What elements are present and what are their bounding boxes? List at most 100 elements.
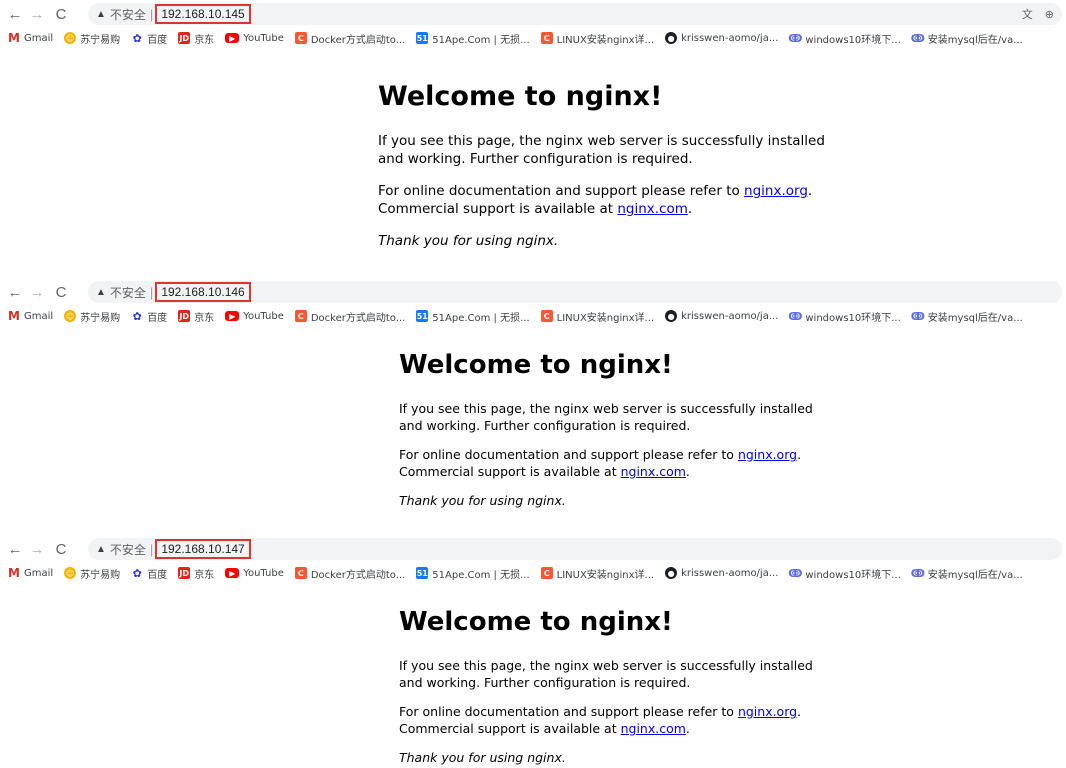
bookmark-label: 百度: [147, 569, 168, 581]
back-button[interactable]: ←: [5, 282, 25, 302]
bookmark-item[interactable]: C LINUX安装nginx详...: [540, 31, 655, 46]
reload-button[interactable]: C: [51, 539, 71, 559]
bookmark-item[interactable]: ✿ 百度: [131, 31, 168, 46]
bookmark-item[interactable]: M Gmail: [8, 566, 53, 580]
docs-text-suffix: .: [685, 464, 690, 479]
baidu-icon: ✿: [132, 31, 142, 45]
bookmark-label: 京东: [194, 569, 215, 581]
baidu-icon: ✿: [132, 566, 142, 580]
intro-paragraph: If you see this page, the nginx web serv…: [399, 401, 813, 433]
microsoft-icon: ↂ: [788, 309, 803, 323]
docs-paragraph: For online documentation and support ple…: [399, 446, 819, 480]
bookmark-item[interactable]: ☺ 苏宁易购: [64, 31, 120, 46]
insecure-label[interactable]: 不安全: [110, 284, 146, 301]
warning-icon[interactable]: ▲: [96, 544, 106, 555]
bookmark-label: 苏宁易购: [80, 312, 121, 324]
bookmark-item[interactable]: JD 京东: [178, 31, 214, 46]
bookmark-label: YouTube: [243, 567, 284, 579]
nginx-com-link[interactable]: nginx.com: [621, 721, 686, 736]
page-title: Welcome to nginx!: [399, 350, 673, 380]
bookmark-item[interactable]: M Gmail: [8, 309, 53, 323]
bookmark-item[interactable]: ☺ 苏宁易购: [64, 566, 120, 581]
51ape-icon: 51: [416, 567, 429, 579]
github-icon: ●: [665, 32, 678, 44]
warning-icon[interactable]: ▲: [96, 9, 106, 20]
translate-icon[interactable]: 文: [1022, 6, 1033, 22]
insecure-label[interactable]: 不安全: [110, 6, 146, 23]
bookmark-label: Docker方式启动to...: [310, 312, 406, 324]
bookmark-item[interactable]: ● krisswen-aomo/ja...: [665, 567, 778, 579]
bookmark-item[interactable]: ↂ windows10环境下...: [788, 309, 901, 324]
address-bar[interactable]: ▲ 不安全 | 192.168.10.147: [88, 538, 1062, 560]
reload-button[interactable]: C: [51, 4, 71, 24]
url-text[interactable]: 192.168.10.145: [155, 4, 251, 24]
microsoft-icon: ↂ: [788, 566, 803, 580]
bookmark-item[interactable]: C Docker方式启动to...: [294, 566, 405, 581]
thanks-text: Thank you for using nginx.: [378, 232, 838, 250]
bookmark-item[interactable]: ● krisswen-aomo/ja...: [665, 32, 778, 44]
bookmark-label: windows10环境下...: [805, 34, 901, 46]
address-bar[interactable]: ▲ 不安全 | 192.168.10.145 文 ⊕: [88, 3, 1062, 25]
bookmark-item[interactable]: C Docker方式启动to...: [294, 309, 406, 324]
forward-button[interactable]: →: [27, 4, 47, 24]
bookmark-item[interactable]: ↂ windows10环境下...: [788, 566, 901, 581]
thanks-emphasis: Thank you for using nginx.: [399, 493, 566, 508]
bookmark-item[interactable]: ↂ 安装mysql后在/va...: [911, 566, 1023, 581]
bookmark-item[interactable]: ● krisswen-aomo/ja...: [665, 310, 778, 322]
bookmark-item[interactable]: ☺ 苏宁易购: [64, 309, 120, 324]
bookmark-item[interactable]: C Docker方式启动to...: [294, 31, 405, 46]
csdn-icon: C: [540, 310, 553, 322]
bookmark-item[interactable]: ✿ 百度: [131, 566, 168, 581]
docs-paragraph: For online documentation and support ple…: [378, 182, 838, 218]
bookmark-item[interactable]: 51 51Ape.Com | 无损...: [416, 309, 530, 324]
bookmark-item[interactable]: ✿ 百度: [131, 309, 168, 324]
nginx-page: Welcome to nginx! If you see this page, …: [399, 607, 819, 766]
bookmark-label: 百度: [147, 312, 168, 324]
forward-button[interactable]: →: [27, 282, 47, 302]
51ape-icon: 51: [416, 32, 429, 44]
bookmark-item[interactable]: ↂ 安装mysql后在/va...: [911, 31, 1023, 46]
nginx-com-link[interactable]: nginx.com: [617, 201, 688, 217]
browser-toolbar: ← → C ▲ 不安全 | 192.168.10.145 文 ⊕: [0, 2, 1066, 26]
bookmark-item[interactable]: 51 51Ape.Com | 无损...: [416, 566, 530, 581]
nginx-com-link[interactable]: nginx.com: [621, 464, 686, 479]
csdn-icon: C: [294, 32, 307, 44]
microsoft-icon: ↂ: [910, 309, 925, 323]
bookmark-item[interactable]: ▶ YouTube: [225, 311, 284, 322]
github-icon: ●: [665, 567, 678, 579]
gmail-icon: M: [8, 309, 20, 323]
bookmark-item[interactable]: C LINUX安装nginx详...: [540, 309, 654, 324]
bookmark-label: LINUX安装nginx详...: [556, 34, 655, 46]
docs-text-prefix: For online documentation and support ple…: [378, 183, 745, 199]
browser-window-1: ← → C ▲ 不安全 | 192.168.10.145 文 ⊕ M Gmail ☺…: [0, 2, 1066, 260]
bookmark-item[interactable]: JD 京东: [178, 566, 214, 581]
bookmark-item[interactable]: M Gmail: [8, 31, 53, 45]
browser-window-3: ← → C ▲ 不安全 | 192.168.10.147 M Gmail ☺ 苏宁易购…: [0, 537, 1066, 768]
warning-icon[interactable]: ▲: [96, 287, 106, 298]
nginx-org-link[interactable]: nginx.org: [744, 183, 808, 199]
back-button[interactable]: ←: [5, 539, 25, 559]
bookmark-item[interactable]: ▶ YouTube: [225, 568, 284, 579]
bookmark-item[interactable]: ↂ 安装mysql后在/va...: [910, 309, 1023, 324]
bookmark-item[interactable]: ↂ windows10环境下...: [788, 31, 901, 46]
bookmark-item[interactable]: JD 京东: [178, 309, 214, 324]
nginx-org-link[interactable]: nginx.org: [738, 704, 797, 719]
docs-text-prefix: For online documentation and support ple…: [399, 704, 738, 719]
bookmark-item[interactable]: ▶ YouTube: [225, 33, 284, 44]
nginx-page: Welcome to nginx! If you see this page, …: [399, 350, 819, 509]
bookmark-item[interactable]: 51 51Ape.Com | 无损...: [416, 31, 530, 46]
reload-button[interactable]: C: [51, 282, 71, 302]
insecure-label[interactable]: 不安全: [110, 541, 146, 558]
bookmarks-bar: M Gmail ☺ 苏宁易购 ✿ 百度 JD 京东 ▶ YouTube C Docker方式启动to.…: [0, 563, 1066, 583]
url-text[interactable]: 192.168.10.147: [155, 539, 251, 559]
zoom-icon[interactable]: ⊕: [1045, 8, 1054, 21]
nginx-org-link[interactable]: nginx.org: [738, 447, 797, 462]
forward-button[interactable]: →: [27, 539, 47, 559]
thanks-text: Thank you for using nginx.: [399, 492, 819, 509]
thanks-emphasis: Thank you for using nginx.: [378, 233, 559, 249]
microsoft-icon: ↂ: [788, 31, 803, 45]
back-button[interactable]: ←: [5, 4, 25, 24]
url-text[interactable]: 192.168.10.146: [155, 282, 251, 302]
bookmark-item[interactable]: C LINUX安装nginx详...: [540, 566, 654, 581]
address-bar[interactable]: ▲ 不安全 | 192.168.10.146: [88, 281, 1062, 303]
